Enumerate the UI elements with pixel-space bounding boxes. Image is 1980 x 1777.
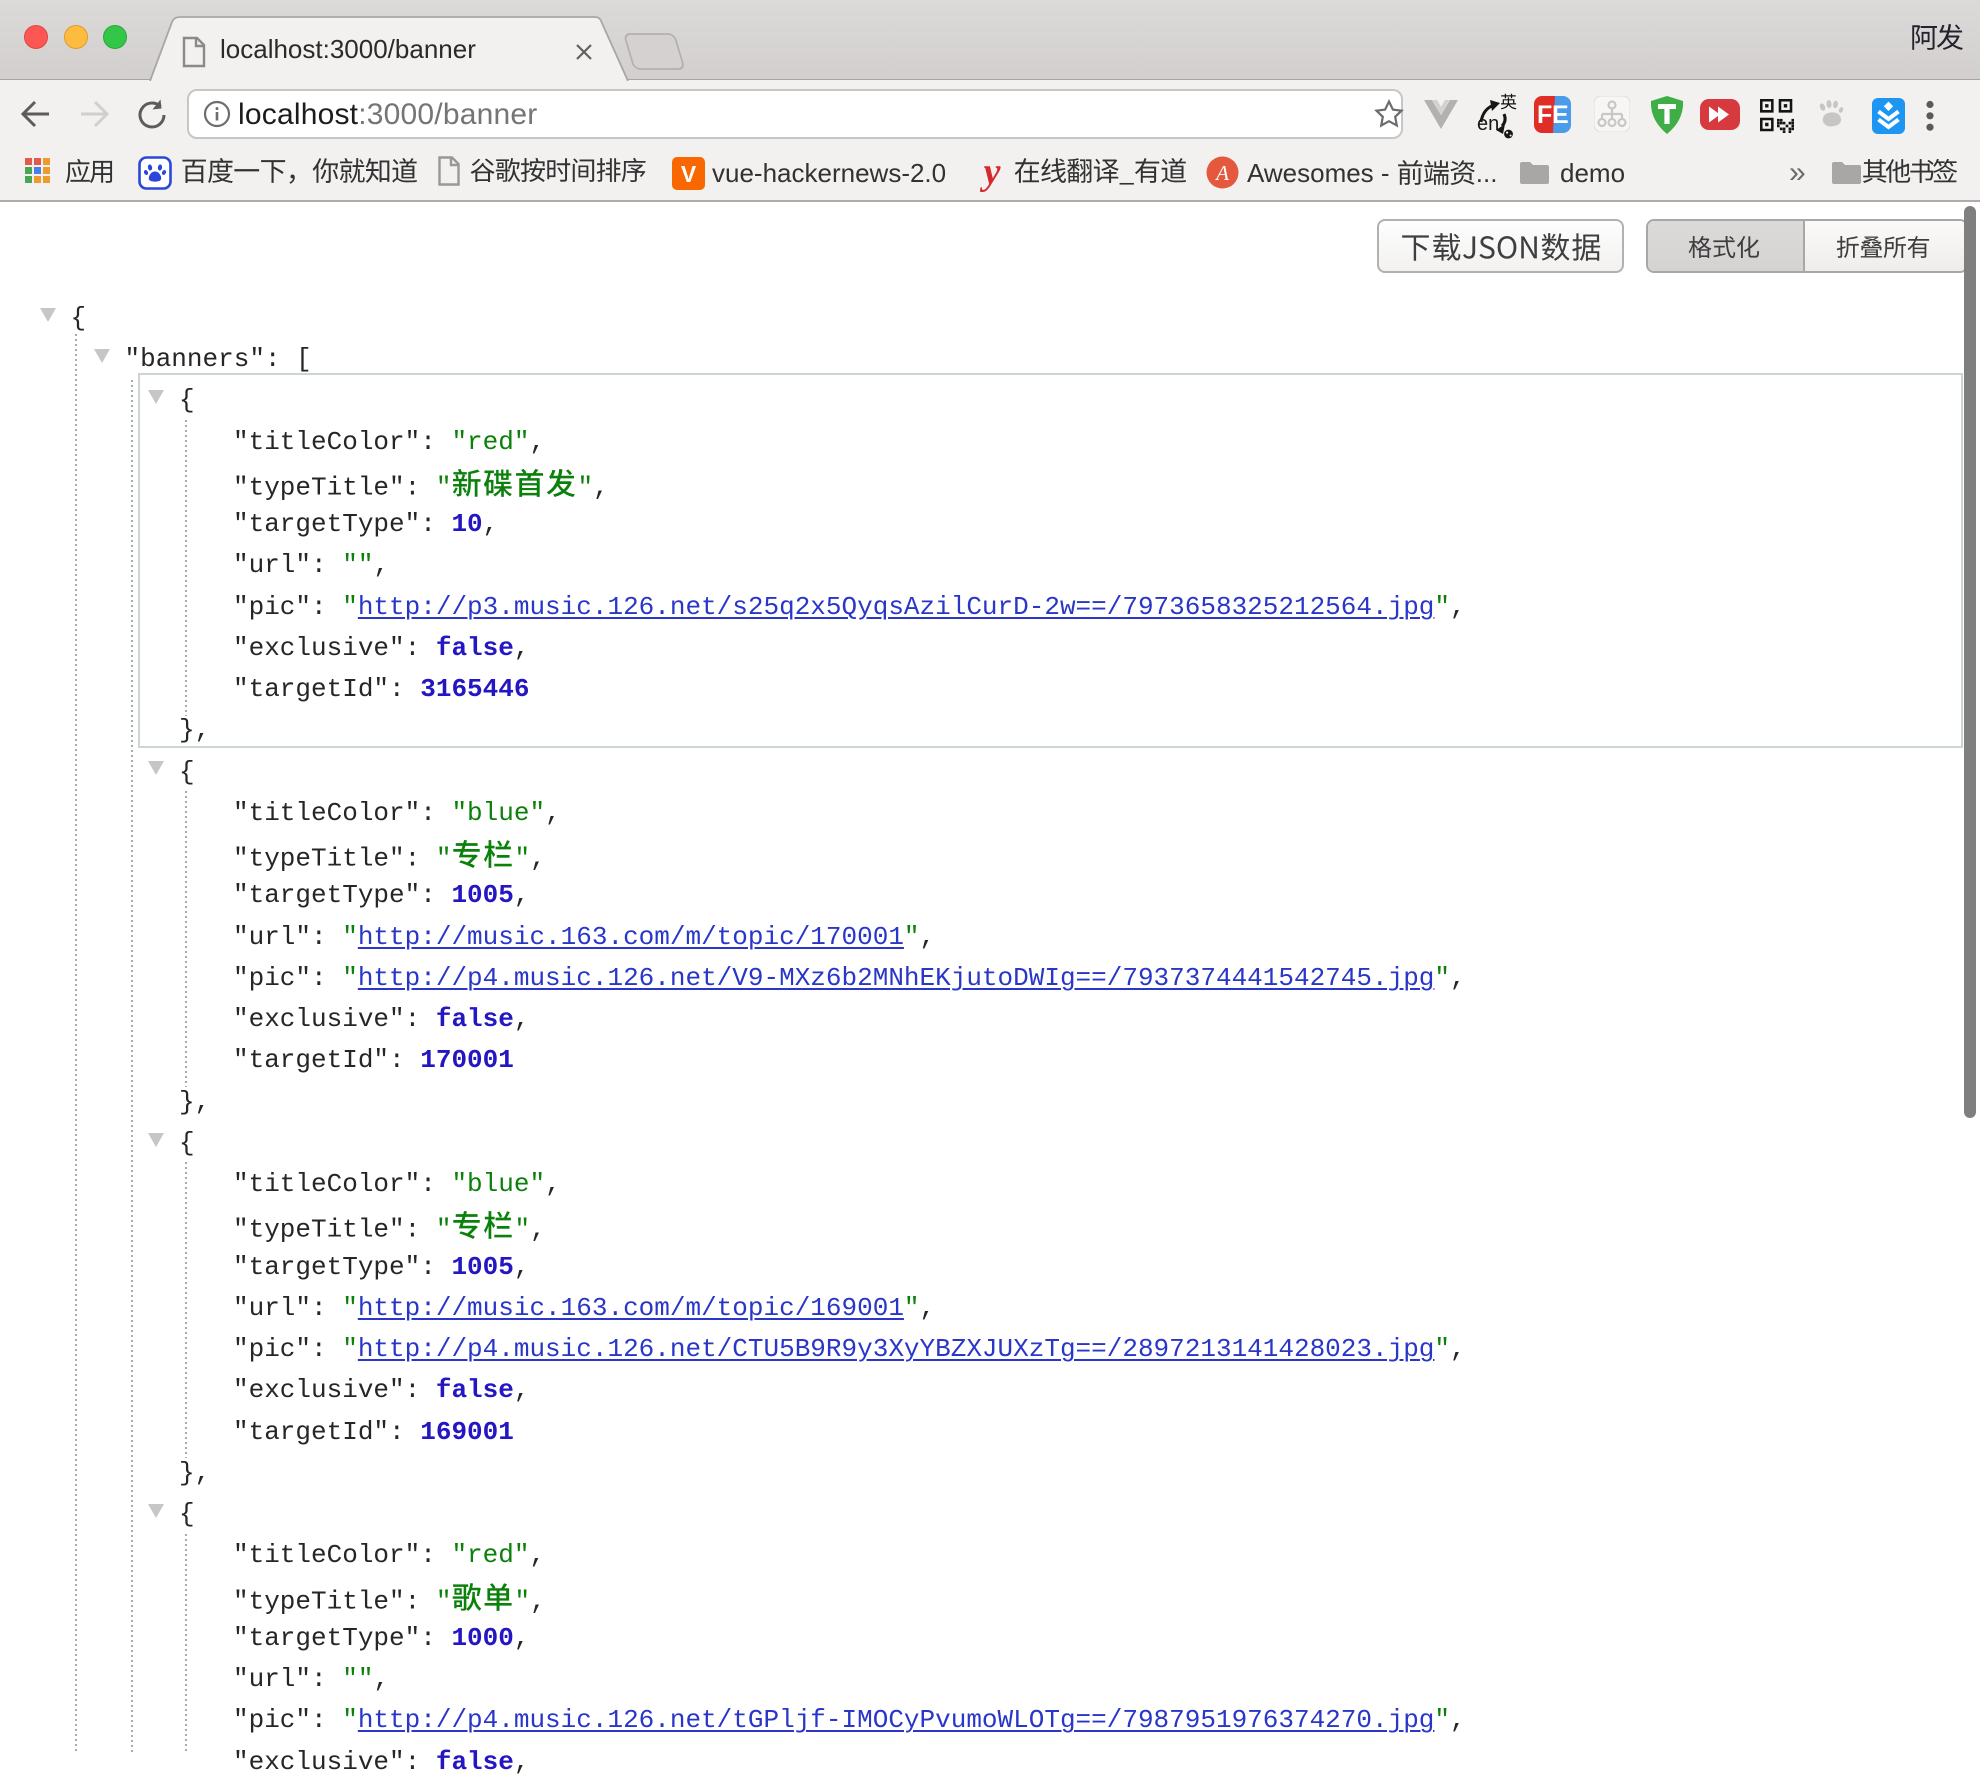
svg-text:E: E [1552, 101, 1569, 129]
svg-text:V: V [681, 161, 697, 187]
svg-text:y: y [980, 154, 1001, 192]
svg-text:A: A [1214, 161, 1229, 185]
svg-text:F: F [1537, 101, 1552, 129]
